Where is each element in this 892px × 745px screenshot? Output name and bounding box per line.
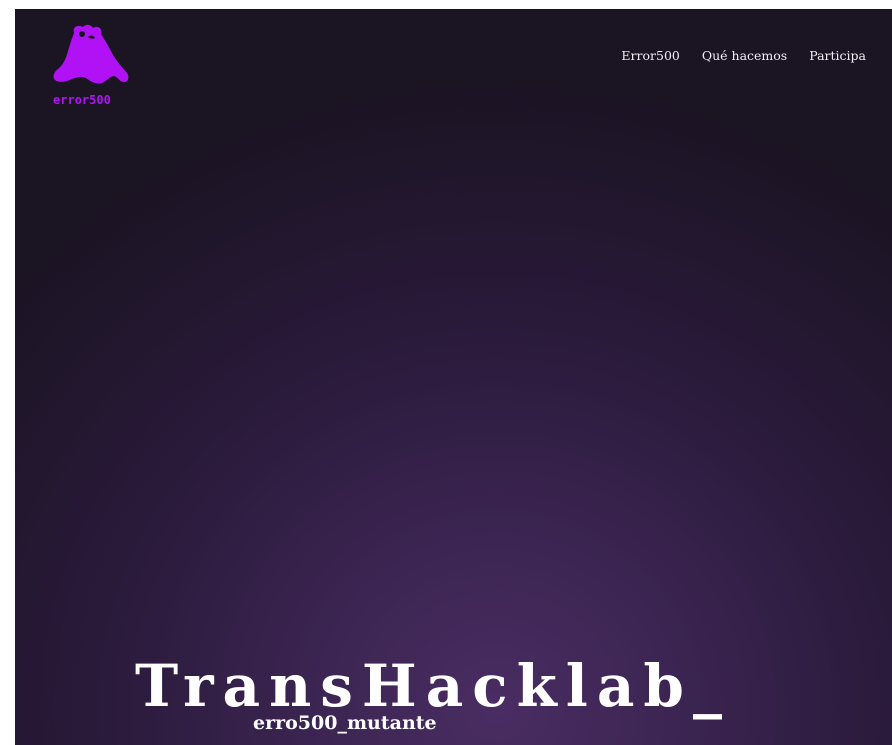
- logo-text: error500: [53, 93, 111, 107]
- page-background: error500 Error500 Qué hacemos Participa …: [15, 9, 892, 745]
- hero-subtitle: erro500_mutante: [253, 712, 437, 734]
- nav-item-participa[interactable]: Participa: [809, 48, 866, 63]
- nav-item-que-hacemos[interactable]: Qué hacemos: [702, 48, 787, 63]
- main-nav: Error500 Qué hacemos Participa: [621, 48, 866, 63]
- nav-item-error500[interactable]: Error500: [621, 48, 679, 63]
- site-logo[interactable]: error500: [52, 23, 132, 113]
- mutant-creature-icon: [53, 24, 129, 84]
- hero-title: TransHacklab_: [135, 652, 731, 720]
